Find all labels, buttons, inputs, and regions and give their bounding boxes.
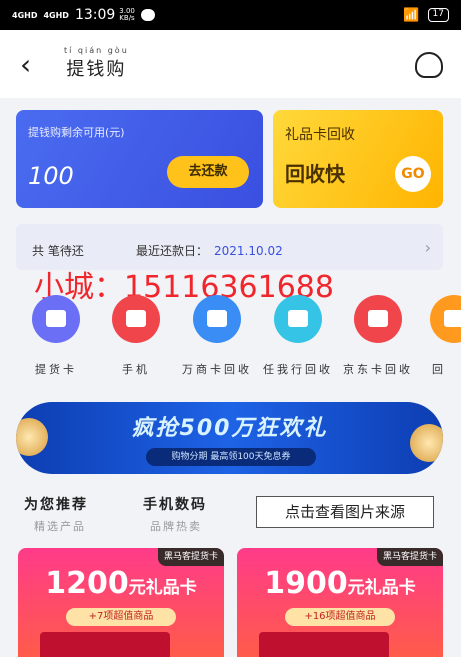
- promo-card-1200[interactable]: 黑马客提货卡 1200元礼品卡 +7项超值商品: [18, 548, 224, 657]
- back-icon[interactable]: ‹: [20, 48, 31, 81]
- quota-amount: 100: [28, 162, 74, 190]
- gift-card-image: [259, 632, 389, 657]
- network-speed-unit: KB/s: [119, 14, 135, 22]
- promo-tag: 黑马客提货卡: [376, 548, 443, 566]
- battery-level: 17: [427, 8, 449, 22]
- app-header: ‹ tí qián gòu 提钱购: [0, 30, 461, 98]
- phone-icon: [112, 295, 160, 343]
- section-recommend-title[interactable]: 为您推荐: [24, 494, 88, 514]
- promo-tag: 黑马客提货卡: [157, 548, 224, 566]
- banner-headline: 疯抢500万狂欢礼: [131, 416, 328, 441]
- giftcard-recycle-tagline: 回收快: [285, 162, 345, 186]
- section-digital-title[interactable]: 手机数码: [143, 494, 207, 514]
- section-digital-subtitle: 品牌热卖: [150, 520, 202, 533]
- promo-card-1900[interactable]: 黑马客提货卡 1900元礼品卡 +16项超值商品: [237, 548, 443, 657]
- recent-repayment: 最近还款日： 2021.10.02: [136, 242, 283, 259]
- quota-label: 提钱购剩余可用(元): [28, 126, 125, 139]
- promo-subtitle: +16项超值商品: [285, 608, 395, 626]
- customer-service-icon[interactable]: [415, 52, 443, 78]
- available-quota-card: 提钱购剩余可用(元) 100 去还款: [16, 110, 263, 208]
- promo-amount-unit: 元礼品卡: [128, 578, 197, 598]
- promo-subtitle: +7项超值商品: [66, 608, 176, 626]
- promo-amount: 1900元礼品卡: [237, 566, 443, 601]
- money-bag-icon: [354, 295, 402, 343]
- service-label: 提货卡: [35, 363, 77, 376]
- service-icon-row: 提货卡 手机 万商卡回收 任我行回收 京东卡回收 回: [0, 295, 461, 380]
- promo-amount: 1200元礼品卡: [18, 566, 224, 601]
- promo-amount-unit: 元礼品卡: [347, 578, 416, 598]
- service-item-phone[interactable]: 手机: [96, 295, 176, 377]
- recent-repayment-label: 最近还款日：: [136, 244, 209, 258]
- gift-card-image: [40, 632, 170, 657]
- page-title-group: tí qián gòu 提钱购: [64, 46, 129, 81]
- giftcard-recycle-label: 礼品卡回收: [285, 127, 355, 143]
- page-title: 提钱购: [66, 59, 127, 80]
- recent-repayment-date: 2021.10.02: [214, 244, 283, 258]
- card-icon: [193, 295, 241, 343]
- status-bar: 4GHD 4GHD 13:09 3.00 KB/s 📶 17: [0, 0, 461, 30]
- card-icon: [274, 295, 322, 343]
- service-label: 手机: [122, 363, 150, 376]
- promo-amount-value: 1900: [264, 566, 348, 601]
- signal-1: 4GHD: [12, 10, 38, 20]
- repay-button[interactable]: 去还款: [167, 156, 249, 188]
- go-button[interactable]: GO: [395, 156, 431, 192]
- service-label: 任我行回收: [263, 363, 333, 376]
- service-label: 回: [432, 363, 446, 376]
- network-speed: 3.00 KB/s: [119, 8, 135, 22]
- pending-repayments: 共 笔待还: [32, 244, 84, 258]
- status-time: 13:09: [74, 7, 116, 23]
- giftcard-recycle-card[interactable]: 礼品卡回收 回收快 GO: [273, 110, 443, 208]
- service-item-jd-recycle[interactable]: 京东卡回收: [338, 295, 418, 377]
- signal-2: 4GHD: [43, 10, 69, 20]
- view-image-source-button[interactable]: 点击查看图片来源: [256, 496, 434, 528]
- recycle-icon: [430, 295, 461, 343]
- section-recommend-subtitle: 精选产品: [34, 520, 86, 533]
- card-icon: [32, 295, 80, 343]
- page-title-pinyin: tí qián gòu: [64, 46, 129, 55]
- service-label: 京东卡回收: [343, 363, 413, 376]
- service-label: 万商卡回收: [182, 363, 252, 376]
- message-icon: [140, 9, 155, 21]
- service-item-wanshang-recycle[interactable]: 万商卡回收: [177, 295, 257, 377]
- promo-banner[interactable]: 疯抢500万狂欢礼 购物分期 最高领100天免息券: [16, 402, 443, 474]
- banner-subline: 购物分期 最高领100天免息券: [146, 448, 316, 466]
- service-item-pickup-card[interactable]: 提货卡: [16, 295, 96, 377]
- promo-amount-value: 1200: [45, 566, 129, 601]
- wifi-icon: 📶: [403, 7, 420, 23]
- service-item-more[interactable]: 回: [420, 295, 461, 377]
- service-item-renwoxing-recycle[interactable]: 任我行回收: [258, 295, 338, 377]
- chevron-right-icon: ›: [424, 238, 431, 257]
